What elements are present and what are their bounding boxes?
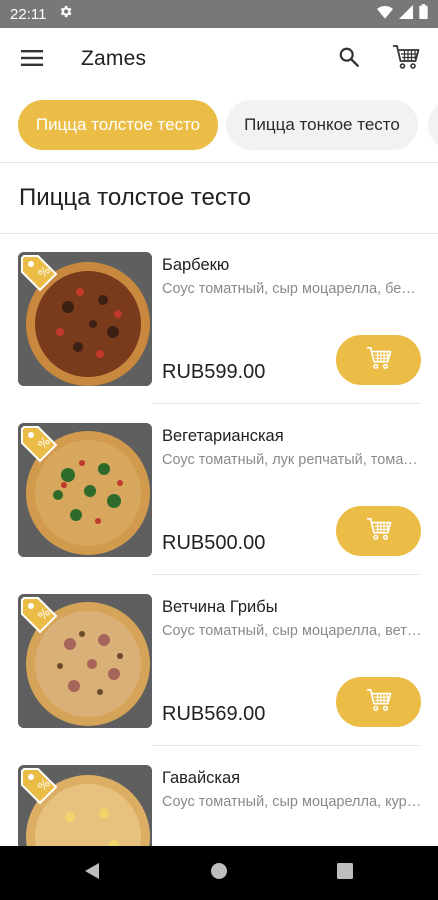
home-button[interactable] bbox=[205, 859, 233, 887]
discount-tag-icon: % bbox=[18, 252, 60, 294]
product-price: RUB569.00 bbox=[162, 703, 266, 725]
product-name: Гавайская bbox=[162, 769, 241, 787]
product-name: Ветчина Грибы bbox=[162, 598, 278, 616]
product-name: Барбекю bbox=[162, 256, 230, 274]
cart-button[interactable] bbox=[388, 41, 424, 77]
app-title: Zames bbox=[81, 47, 147, 70]
product-item[interactable]: % Гавайская Соус томатный, сыр моцарелла… bbox=[0, 747, 438, 846]
product-item[interactable]: % Ветчина Грибы Соус томатный, сыр моцар… bbox=[0, 576, 438, 747]
item-divider bbox=[152, 403, 420, 404]
add-to-cart-button[interactable] bbox=[336, 677, 421, 727]
tab-thick-crust[interactable]: Пицца толстое тесто bbox=[18, 100, 218, 150]
product-list: % Барбекю Соус томатный, сыр моцарелла, … bbox=[0, 234, 438, 846]
tab-next-partial[interactable] bbox=[428, 100, 438, 150]
back-button[interactable] bbox=[78, 859, 106, 887]
product-item[interactable]: % Вегетарианская Соус томатный, лук репч… bbox=[0, 405, 438, 576]
product-image: % bbox=[18, 765, 152, 846]
tabs-divider bbox=[0, 162, 438, 163]
discount-tag-icon: % bbox=[18, 423, 60, 465]
discount-tag-icon: % bbox=[18, 765, 60, 807]
home-icon bbox=[210, 862, 228, 885]
cart-icon bbox=[392, 44, 420, 75]
cart-icon bbox=[366, 688, 392, 717]
product-price: RUB599.00 bbox=[162, 361, 266, 383]
product-item[interactable]: % Барбекю Соус томатный, сыр моцарелла, … bbox=[0, 234, 438, 405]
menu-button[interactable] bbox=[14, 42, 50, 78]
tab-thin-crust[interactable]: Пицца тонкое тесто bbox=[226, 100, 418, 150]
product-description: Соус томатный, сыр моцарелла, бекон, кол… bbox=[162, 281, 422, 297]
cart-icon bbox=[366, 517, 392, 546]
recents-icon bbox=[337, 862, 353, 884]
status-time: 22:11 bbox=[10, 5, 47, 23]
search-icon bbox=[338, 46, 360, 73]
product-description: Соус томатный, лук репчатый, томаты, пер… bbox=[162, 452, 422, 468]
product-price: RUB500.00 bbox=[162, 532, 266, 554]
category-tabs: Пицца толстое тесто Пицца тонкое тесто bbox=[0, 96, 438, 156]
product-description: Соус томатный, сыр моцарелла, ветчина, г… bbox=[162, 623, 422, 639]
search-button[interactable] bbox=[331, 41, 367, 77]
recents-button[interactable] bbox=[331, 859, 359, 887]
product-image: % bbox=[18, 423, 152, 557]
product-image: % bbox=[18, 252, 152, 386]
product-description: Соус томатный, сыр моцарелла, курица, ан… bbox=[162, 794, 422, 810]
discount-tag-icon: % bbox=[18, 594, 60, 636]
back-icon bbox=[84, 862, 100, 885]
battery-icon bbox=[419, 4, 428, 24]
wifi-icon bbox=[377, 5, 393, 24]
menu-icon bbox=[21, 49, 43, 71]
product-name: Вегетарианская bbox=[162, 427, 284, 445]
system-nav-bar bbox=[0, 846, 438, 900]
section-title: Пицца толстое тесто bbox=[19, 184, 251, 211]
item-divider bbox=[152, 574, 420, 575]
add-to-cart-button[interactable] bbox=[336, 506, 421, 556]
signal-icon bbox=[399, 4, 413, 24]
product-image: % bbox=[18, 594, 152, 728]
item-divider bbox=[152, 745, 420, 746]
app-bar: Zames bbox=[0, 28, 438, 90]
cart-icon bbox=[366, 346, 392, 375]
add-to-cart-button[interactable] bbox=[336, 335, 421, 385]
settings-icon bbox=[58, 4, 73, 24]
status-bar: 22:11 bbox=[0, 0, 438, 28]
